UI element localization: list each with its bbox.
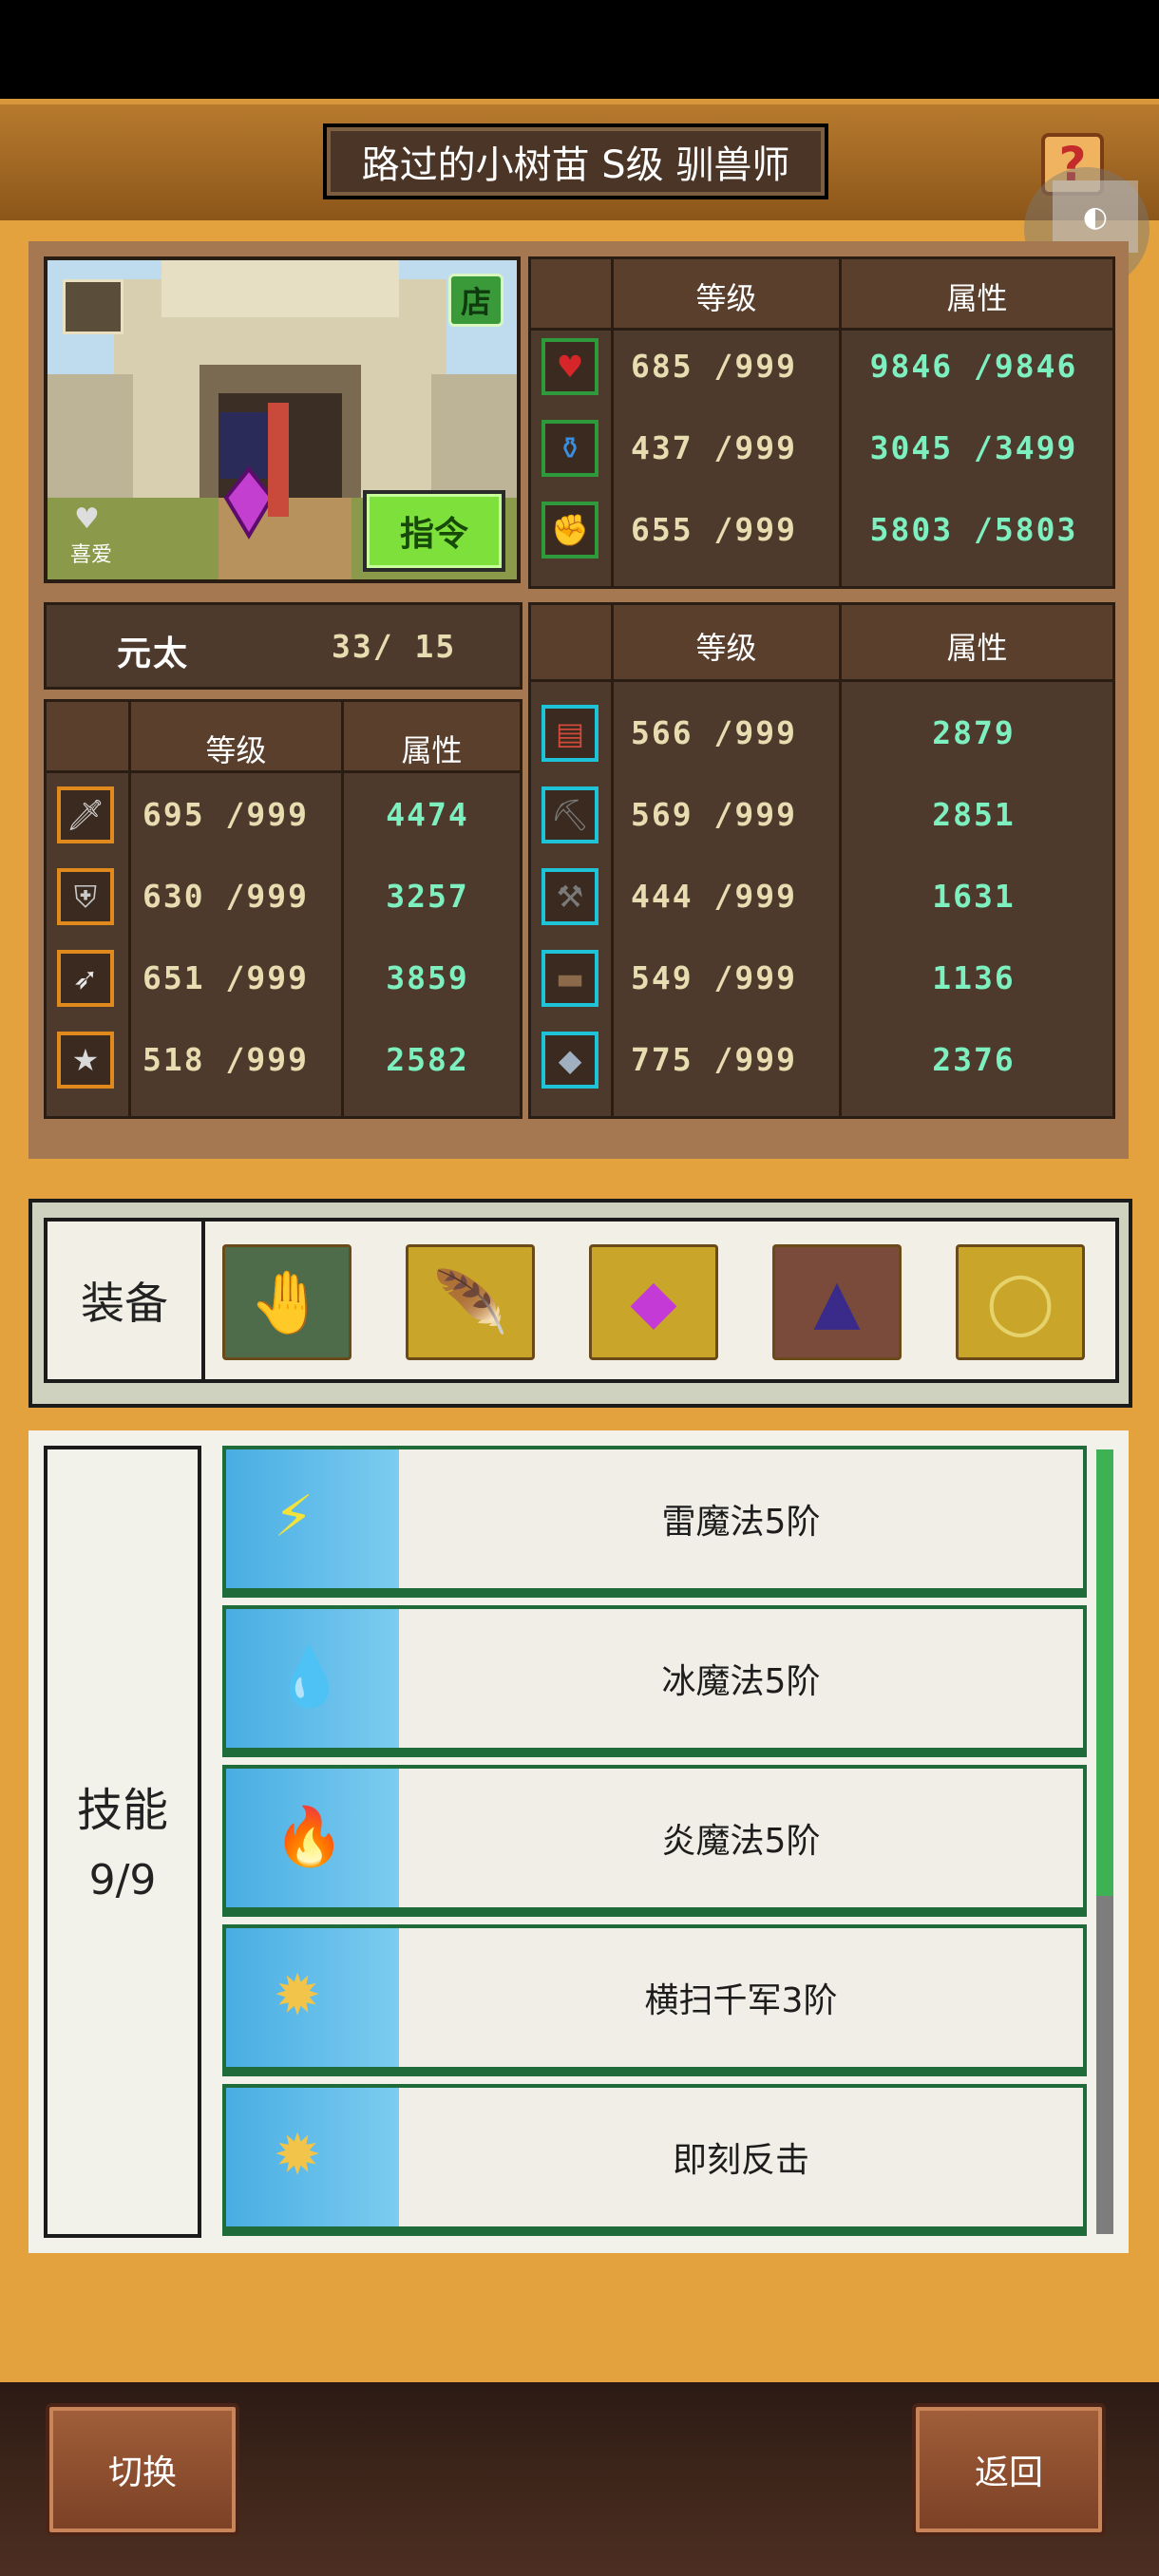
anvil-icon: ▬ (542, 950, 598, 1007)
crafting-attr-3: 1136 (932, 959, 1016, 996)
skills-count: 9/9 (88, 1856, 157, 1904)
skill-item-2[interactable]: 🔥 炎魔法5阶 (222, 1765, 1087, 1917)
combat-level-3: 518 /999 (142, 1041, 309, 1078)
skill-name: 横扫千军3阶 (644, 1981, 838, 2020)
vitals-attr-header: 属性 (946, 280, 1008, 316)
vitals-attr-0: 9846 /9846 (869, 348, 1078, 385)
combat-level-0: 695 /999 (142, 796, 309, 833)
crafting-level-1: 569 /999 (631, 796, 797, 833)
combat-level-1: 630 /999 (142, 878, 309, 915)
equipment-label: 装备 (48, 1222, 205, 1379)
crafting-level-4: 775 /999 (631, 1041, 797, 1078)
combat-level-header: 等级 (205, 732, 267, 768)
command-button[interactable]: 指令 (367, 494, 502, 568)
combat-attr-header: 属性 (401, 732, 463, 768)
bow-icon: ➶ (57, 950, 114, 1007)
skill-icon-box: 💧 (226, 1609, 399, 1748)
skill-item-3[interactable]: ✹ 横扫千军3阶 (222, 1924, 1087, 2076)
gauntlet-icon: 🤚 (249, 1267, 325, 1338)
equipment-slot-3[interactable]: ▲ (772, 1244, 902, 1360)
skill-icon-box: ⚡ (226, 1449, 399, 1588)
strength-icon: ✊ (542, 502, 598, 559)
crafting-level-3: 549 /999 (631, 959, 797, 996)
skills-scroll-thumb[interactable] (1096, 1449, 1113, 1896)
equipment-slot-2[interactable]: ◆ (589, 1244, 718, 1360)
potion-icon: ⚱ (542, 420, 598, 477)
switch-button[interactable]: 切换 (46, 2403, 239, 2536)
combat-attr-0: 4474 (386, 796, 469, 833)
crafting-attr-1: 2851 (932, 796, 1016, 833)
vitals-level-1: 437 /999 (631, 429, 797, 466)
sword-icon: 🗡 (57, 786, 114, 843)
skill-name: 雷魔法5阶 (661, 1503, 821, 1542)
crafting-attr-2: 1631 (932, 878, 1016, 915)
skills-label-box: 技能 9/9 (44, 1446, 201, 2238)
sweep-icon: ✹ (274, 1962, 322, 2029)
fire-staff-icon: 🔥 (274, 1804, 345, 1870)
skill-name: 冰魔法5阶 (661, 1662, 821, 1701)
shovel-icon: ⚒ (542, 868, 598, 925)
combat-attr-2: 3859 (386, 959, 469, 996)
vitals-attr-2: 5803 /5803 (869, 511, 1078, 548)
page-title: 路过的小树苗 S级 驯兽师 (323, 123, 828, 199)
skill-item-4[interactable]: ✹ 即刻反击 (222, 2084, 1087, 2236)
skills-label: 技能 (76, 1784, 168, 1837)
skill-icon-box: 🔥 (226, 1769, 399, 1907)
equipment-slot-4[interactable]: ◯ (956, 1244, 1085, 1360)
vitals-level-header: 等级 (695, 280, 757, 316)
combat-attr-1: 3257 (386, 878, 469, 915)
combat-attr-3: 2582 (386, 1041, 469, 1078)
like-label: 喜爱 (70, 543, 113, 567)
necklace-icon: ◯ (986, 1267, 1054, 1337)
combat-level-2: 651 /999 (142, 959, 309, 996)
equipment-slot-1[interactable]: 🪶 (406, 1244, 535, 1360)
crafting-attr-0: 2879 (932, 714, 1016, 751)
whetstone-icon: ◆ (542, 1032, 598, 1089)
crafting-level-header: 等级 (695, 630, 757, 666)
crafting-level-2: 444 /999 (631, 878, 797, 915)
skill-name: 即刻反击 (672, 2141, 809, 2180)
shield-icon: ⛨ (57, 868, 114, 925)
crafting-attr-header: 属性 (946, 630, 1008, 666)
vitals-level-2: 655 /999 (631, 511, 797, 548)
skill-icon-box: ✹ (226, 1928, 399, 2067)
thunder-staff-icon: ⚡ (274, 1484, 314, 1550)
star-icon: ★ (57, 1032, 114, 1089)
crafting-attr-4: 2376 (932, 1041, 1016, 1078)
book-shelf-icon[interactable] (63, 279, 124, 334)
class-name: 元太 (117, 635, 190, 673)
back-button[interactable]: 返回 (912, 2403, 1106, 2536)
command-button-frame: 指令 (363, 490, 505, 572)
counter-icon: ✹ (274, 2122, 322, 2188)
class-row: 元太 33/ 15 (44, 602, 522, 690)
feather-blade-icon: 🪶 (432, 1267, 508, 1338)
heart-icon: ♥ (542, 338, 598, 395)
purple-gem-icon: ◆ (630, 1267, 677, 1337)
skill-icon-box: ✹ (226, 2088, 399, 2226)
heart-outline-icon[interactable]: ♥ (74, 505, 118, 534)
pickaxe-icon: ⛏ (542, 786, 598, 843)
book-icon: ▤ (542, 705, 598, 762)
skill-item-1[interactable]: 💧 冰魔法5阶 (222, 1605, 1087, 1757)
equipment-slot-0[interactable]: 🤚 (222, 1244, 352, 1360)
status-bar (0, 0, 1159, 99)
vitals-level-0: 685 /999 (631, 348, 797, 385)
ice-staff-icon: 💧 (274, 1644, 345, 1711)
shop-button[interactable]: 店 (448, 274, 504, 327)
skill-name: 炎魔法5阶 (661, 1822, 821, 1861)
class-count: 33/ 15 (332, 628, 457, 665)
crafting-level-0: 566 /999 (631, 714, 797, 751)
skill-item-0[interactable]: ⚡ 雷魔法5阶 (222, 1446, 1087, 1598)
dark-hood-icon: ▲ (813, 1267, 861, 1337)
vitals-attr-1: 3045 /3499 (869, 429, 1078, 466)
